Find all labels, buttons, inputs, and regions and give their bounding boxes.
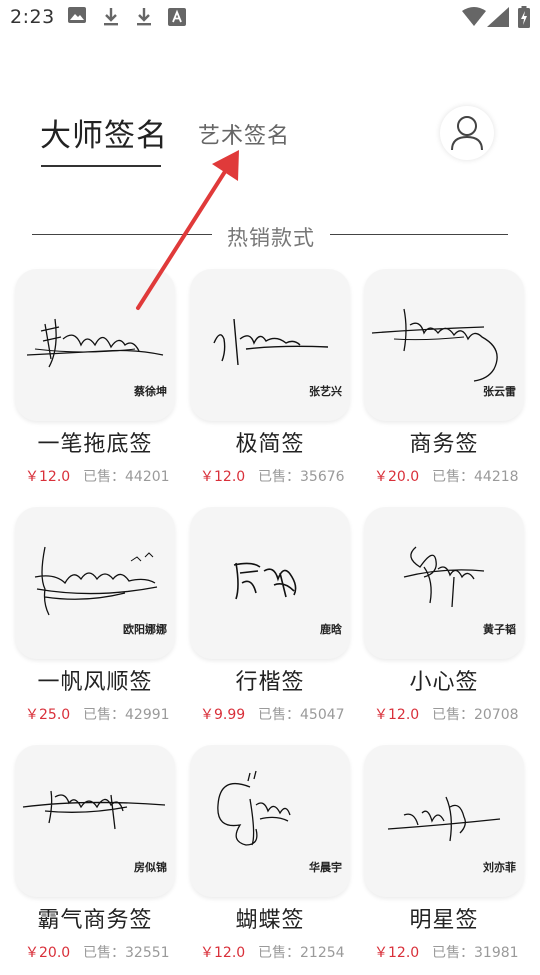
signature-preview-image: 华晨宇 xyxy=(190,745,350,897)
product-card[interactable]: 蔡徐坤 一笔拖底签 ￥12.0 已售：44201 xyxy=(15,269,177,499)
product-card[interactable]: 鹿晗 行楷签 ￥9.99 已售：45047 xyxy=(190,507,352,737)
product-price: ￥12.0 xyxy=(200,945,246,961)
sold-count: 已售：44201 xyxy=(83,469,170,485)
signature-preview-image: 欧阳娜娜 xyxy=(15,507,175,659)
sold-count: 已售：21254 xyxy=(258,945,345,961)
product-card[interactable]: 黄子韬 小心签 ￥12.0 已售：20708 xyxy=(364,507,526,737)
battery-icon xyxy=(518,6,530,28)
signer-name: 房似锦 xyxy=(134,861,167,874)
download-icon xyxy=(137,8,151,26)
signer-name: 黄子韬 xyxy=(483,623,516,636)
product-card[interactable]: 欧阳娜娜 一帆风顺签 ￥25.0 已售：42991 xyxy=(15,507,177,737)
signature-preview-image: 张云雷 xyxy=(364,269,524,421)
signer-name: 鹿晗 xyxy=(320,623,342,636)
signature-preview-image: 刘亦菲 xyxy=(364,745,524,897)
product-card[interactable]: 张云雷 商务签 ￥20.0 已售：44218 xyxy=(364,269,526,499)
product-price: ￥12.0 xyxy=(200,469,246,485)
product-price: ￥12.0 xyxy=(25,469,71,485)
signature-preview-image: 房似锦 xyxy=(15,745,175,897)
user-icon xyxy=(451,116,483,151)
user-profile-button[interactable] xyxy=(440,106,494,160)
product-price: ￥12.0 xyxy=(374,945,420,961)
product-price: ￥20.0 xyxy=(374,469,420,485)
sold-count: 已售：32551 xyxy=(83,945,170,961)
section-divider-left xyxy=(32,234,212,235)
product-title: 行楷签 xyxy=(235,670,305,695)
signer-name: 蔡徐坤 xyxy=(134,385,167,398)
product-price: ￥12.0 xyxy=(374,707,420,723)
signer-name: 张云雷 xyxy=(483,385,516,398)
product-card[interactable]: 刘亦菲 明星签 ￥12.0 已售：31981 xyxy=(364,745,526,975)
status-time: 2:23 xyxy=(10,6,55,28)
image-notification-icon xyxy=(68,7,86,23)
sold-count: 已售：35676 xyxy=(258,469,345,485)
product-price: ￥20.0 xyxy=(25,945,71,961)
signer-name: 华晨宇 xyxy=(309,861,342,874)
active-tab-indicator xyxy=(41,165,161,167)
signature-preview-image: 蔡徐坤 xyxy=(15,269,175,421)
tab-art-signature[interactable]: 艺术签名 xyxy=(198,118,290,150)
sold-count: 已售：31981 xyxy=(432,945,519,961)
signature-preview-image: 张艺兴 xyxy=(190,269,350,421)
sold-count: 已售：20708 xyxy=(432,707,519,723)
product-price: ￥25.0 xyxy=(25,707,71,723)
cell-signal-icon xyxy=(487,7,509,27)
sold-count: 已售：44218 xyxy=(432,469,519,485)
sold-count: 已售：45047 xyxy=(258,707,345,723)
tab-master-signature[interactable]: 大师签名 xyxy=(40,110,168,155)
app-a-icon xyxy=(168,8,186,26)
product-card[interactable]: 张艺兴 极简签 ￥12.0 已售：35676 xyxy=(190,269,352,499)
product-title: 极简签 xyxy=(235,432,305,457)
download-icon xyxy=(104,8,118,26)
product-title: 商务签 xyxy=(409,432,479,457)
product-card[interactable]: 房似锦 霸气商务签 ￥20.0 已售：32551 xyxy=(15,745,177,975)
section-divider-right xyxy=(330,234,508,235)
signature-preview-image: 鹿晗 xyxy=(190,507,350,659)
status-bar: 2:23 xyxy=(0,0,540,38)
wifi-icon xyxy=(462,7,486,26)
product-price: ￥9.99 xyxy=(200,707,246,723)
product-title: 小心签 xyxy=(409,670,479,695)
signer-name: 刘亦菲 xyxy=(483,861,516,874)
product-card[interactable]: 华晨宇 蝴蝶签 ￥12.0 已售：21254 xyxy=(190,745,352,975)
product-title: 一帆风顺签 xyxy=(37,670,153,695)
signer-name: 欧阳娜娜 xyxy=(123,623,167,636)
section-title: 热销款式 xyxy=(227,226,315,250)
signer-name: 张艺兴 xyxy=(309,385,342,398)
product-title: 一笔拖底签 xyxy=(37,432,153,457)
signature-preview-image: 黄子韬 xyxy=(364,507,524,659)
product-title: 蝴蝶签 xyxy=(235,908,305,933)
product-title: 明星签 xyxy=(409,908,479,933)
product-title: 霸气商务签 xyxy=(37,908,153,933)
sold-count: 已售：42991 xyxy=(83,707,170,723)
